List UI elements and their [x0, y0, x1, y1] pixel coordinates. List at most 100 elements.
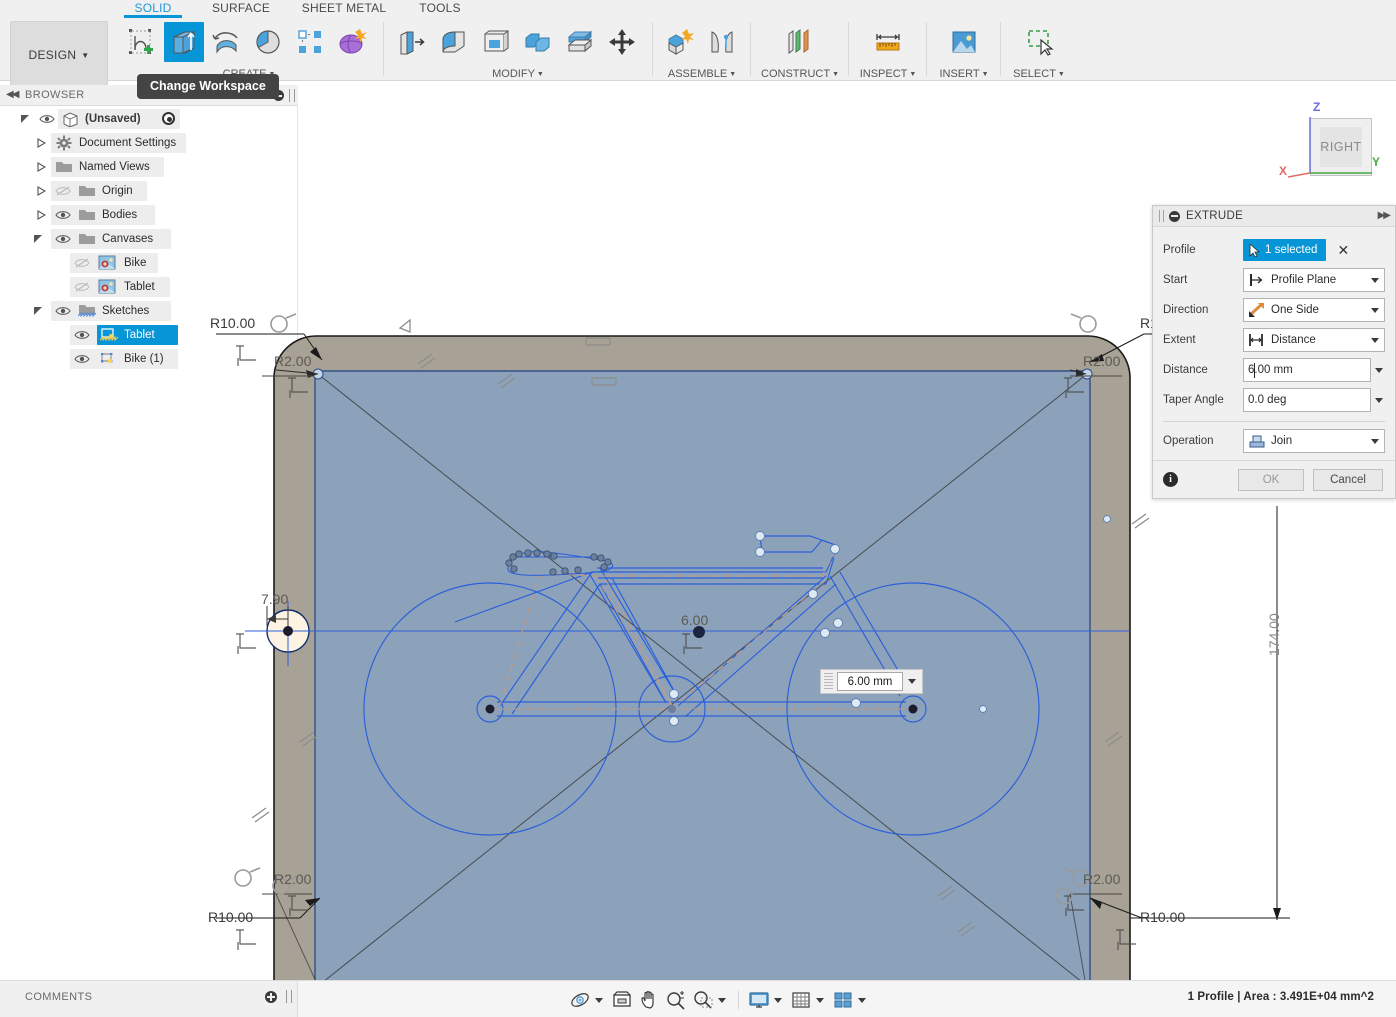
measure-icon[interactable] — [868, 22, 908, 62]
ribbon-group-inspect-label[interactable]: INSPECT ▼ — [856, 68, 920, 80]
tab-surface[interactable]: SURFACE — [198, 0, 284, 18]
visibility-eye-off-icon[interactable] — [74, 281, 90, 293]
expander-collapsed-icon[interactable] — [36, 186, 46, 196]
dimension-600-midpoint[interactable]: 6.00 — [681, 612, 708, 628]
operation-dropdown[interactable]: Join — [1243, 429, 1385, 453]
expander-expanded-icon[interactable] — [33, 234, 43, 244]
workspace-switcher-button[interactable]: DESIGN ▼ — [10, 21, 108, 89]
dimension-r10-bottom-left[interactable]: R10.00 — [208, 909, 253, 925]
distance-dropdown-arrow[interactable] — [1371, 358, 1385, 382]
chevron-down-icon[interactable] — [595, 997, 603, 1003]
visibility-eye-off-icon[interactable] — [55, 185, 71, 197]
pan-icon[interactable] — [637, 988, 661, 1012]
press-pull-icon[interactable] — [392, 22, 432, 62]
tree-row-canvases[interactable]: Canvases — [0, 227, 298, 251]
dimension-r2-bottom-left[interactable]: R2.00 — [274, 871, 311, 887]
orbit-icon[interactable] — [568, 988, 592, 1012]
zoom-icon[interactable] — [664, 988, 688, 1012]
view-cube-face-right[interactable]: RIGHT — [1310, 118, 1372, 176]
cancel-button[interactable]: Cancel — [1313, 469, 1383, 491]
chevron-down-icon[interactable] — [718, 997, 726, 1003]
taper-angle-dropdown-arrow[interactable] — [1371, 388, 1385, 412]
ribbon-group-construct-label[interactable]: CONSTRUCT ▼ — [758, 68, 842, 80]
extent-dropdown[interactable]: Distance — [1243, 328, 1385, 352]
shell-icon[interactable] — [476, 22, 516, 62]
expander-collapsed-icon[interactable] — [36, 162, 46, 172]
dimension-17400-height[interactable]: 174.00 — [1266, 613, 1282, 656]
ok-button[interactable]: OK — [1238, 469, 1304, 491]
pattern-icon[interactable] — [290, 22, 330, 62]
new-sketch-icon[interactable] — [122, 22, 162, 62]
tree-row-canvas-tablet[interactable]: Tablet — [0, 275, 298, 299]
tree-row-bodies[interactable]: Bodies — [0, 203, 298, 227]
grid-snap-icon[interactable] — [789, 988, 813, 1012]
zoom-window-icon[interactable] — [691, 988, 715, 1012]
tree-row-origin[interactable]: Origin — [0, 179, 298, 203]
info-icon[interactable]: i — [1163, 472, 1178, 487]
expander-expanded-icon[interactable] — [20, 114, 30, 124]
visibility-eye-icon[interactable] — [39, 113, 55, 125]
select-window-icon[interactable] — [1019, 22, 1059, 62]
inline-distance-input[interactable]: 6.00 mm — [820, 669, 923, 694]
inline-distance-value[interactable]: 6.00 mm — [837, 672, 903, 691]
ribbon-group-insert-label[interactable]: INSERT ▼ — [934, 68, 994, 80]
collapse-panel-icon[interactable]: ◀◀ — [6, 89, 19, 100]
visibility-eye-icon[interactable] — [55, 209, 71, 221]
ribbon-group-assemble-label[interactable]: ASSEMBLE ▼ — [660, 68, 744, 80]
chevron-down-icon[interactable] — [858, 997, 866, 1003]
visibility-eye-off-icon[interactable] — [74, 257, 90, 269]
dimension-790[interactable]: 7.90 — [261, 591, 288, 607]
display-settings-icon[interactable] — [747, 988, 771, 1012]
fit-icon[interactable] — [610, 988, 634, 1012]
comments-panel[interactable]: COMMENTS — [0, 980, 298, 1017]
fillet-icon[interactable] — [434, 22, 474, 62]
ribbon-group-modify-label[interactable]: MODIFY ▼ — [392, 68, 644, 80]
panel-resize-grip[interactable] — [289, 89, 295, 102]
chevron-down-icon[interactable] — [1371, 278, 1379, 283]
chevron-down-icon[interactable] — [1371, 308, 1379, 313]
insert-canvas-icon[interactable] — [944, 22, 984, 62]
combine-icon[interactable] — [518, 22, 558, 62]
tree-row-named-views[interactable]: Named Views — [0, 155, 298, 179]
tree-row-sketch-bike[interactable]: Bike (1) — [0, 347, 298, 371]
ribbon-group-select-label[interactable]: SELECT ▼ — [1008, 68, 1070, 80]
dimension-r2-top-right[interactable]: R2.00 — [1083, 353, 1120, 369]
new-component-icon[interactable] — [660, 22, 700, 62]
offset-plane-icon[interactable] — [780, 22, 820, 62]
revolve-icon[interactable] — [206, 22, 246, 62]
chevron-down-icon[interactable] — [774, 997, 782, 1003]
extrude-dialog[interactable]: EXTRUDE ▶▶ Profile 1 selected ✕ Start Pr… — [1152, 205, 1396, 499]
dimension-r2-bottom-right[interactable]: R2.00 — [1083, 871, 1120, 887]
distance-input[interactable]: 6.00 mm — [1243, 358, 1371, 382]
expander-expanded-icon[interactable] — [33, 306, 43, 316]
minimize-dialog-icon[interactable] — [1169, 210, 1180, 222]
start-dropdown[interactable]: Profile Plane — [1243, 268, 1385, 292]
chevron-down-icon[interactable] — [908, 679, 916, 684]
chevron-down-icon[interactable] — [1371, 338, 1379, 343]
comments-resize-grip[interactable] — [286, 990, 292, 1003]
sweep-icon[interactable] — [248, 22, 288, 62]
move-copy-icon[interactable] — [602, 22, 642, 62]
visibility-eye-icon[interactable] — [55, 233, 71, 245]
visibility-eye-icon[interactable] — [74, 353, 90, 365]
direction-dropdown[interactable]: One Side — [1243, 298, 1385, 322]
expander-collapsed-icon[interactable] — [36, 210, 46, 220]
tab-tools[interactable]: TOOLS — [404, 0, 476, 18]
dimension-r10-bottom-right[interactable]: R10.00 — [1140, 909, 1185, 925]
expand-dialog-icon[interactable]: ▶▶ — [1378, 210, 1391, 221]
tree-row-sketch-tablet[interactable]: Tablet — [0, 323, 298, 347]
visibility-eye-icon[interactable] — [74, 329, 90, 341]
tab-sheet-metal[interactable]: SHEET METAL — [288, 0, 400, 18]
drag-grip-icon[interactable] — [824, 673, 833, 690]
split-face-icon[interactable] — [560, 22, 600, 62]
chevron-down-icon[interactable] — [1371, 439, 1379, 444]
dialog-drag-grip[interactable] — [1159, 210, 1164, 222]
tree-row-canvas-bike[interactable]: Bike — [0, 251, 298, 275]
chevron-down-icon[interactable] — [816, 997, 824, 1003]
expander-collapsed-icon[interactable] — [36, 138, 46, 148]
viewports-icon[interactable] — [831, 988, 855, 1012]
visibility-eye-icon[interactable] — [55, 305, 71, 317]
create-form-icon[interactable] — [332, 22, 372, 62]
tree-row-unsaved[interactable]: (Unsaved) — [0, 107, 298, 131]
taper-angle-input[interactable]: 0.0 deg — [1243, 388, 1371, 412]
